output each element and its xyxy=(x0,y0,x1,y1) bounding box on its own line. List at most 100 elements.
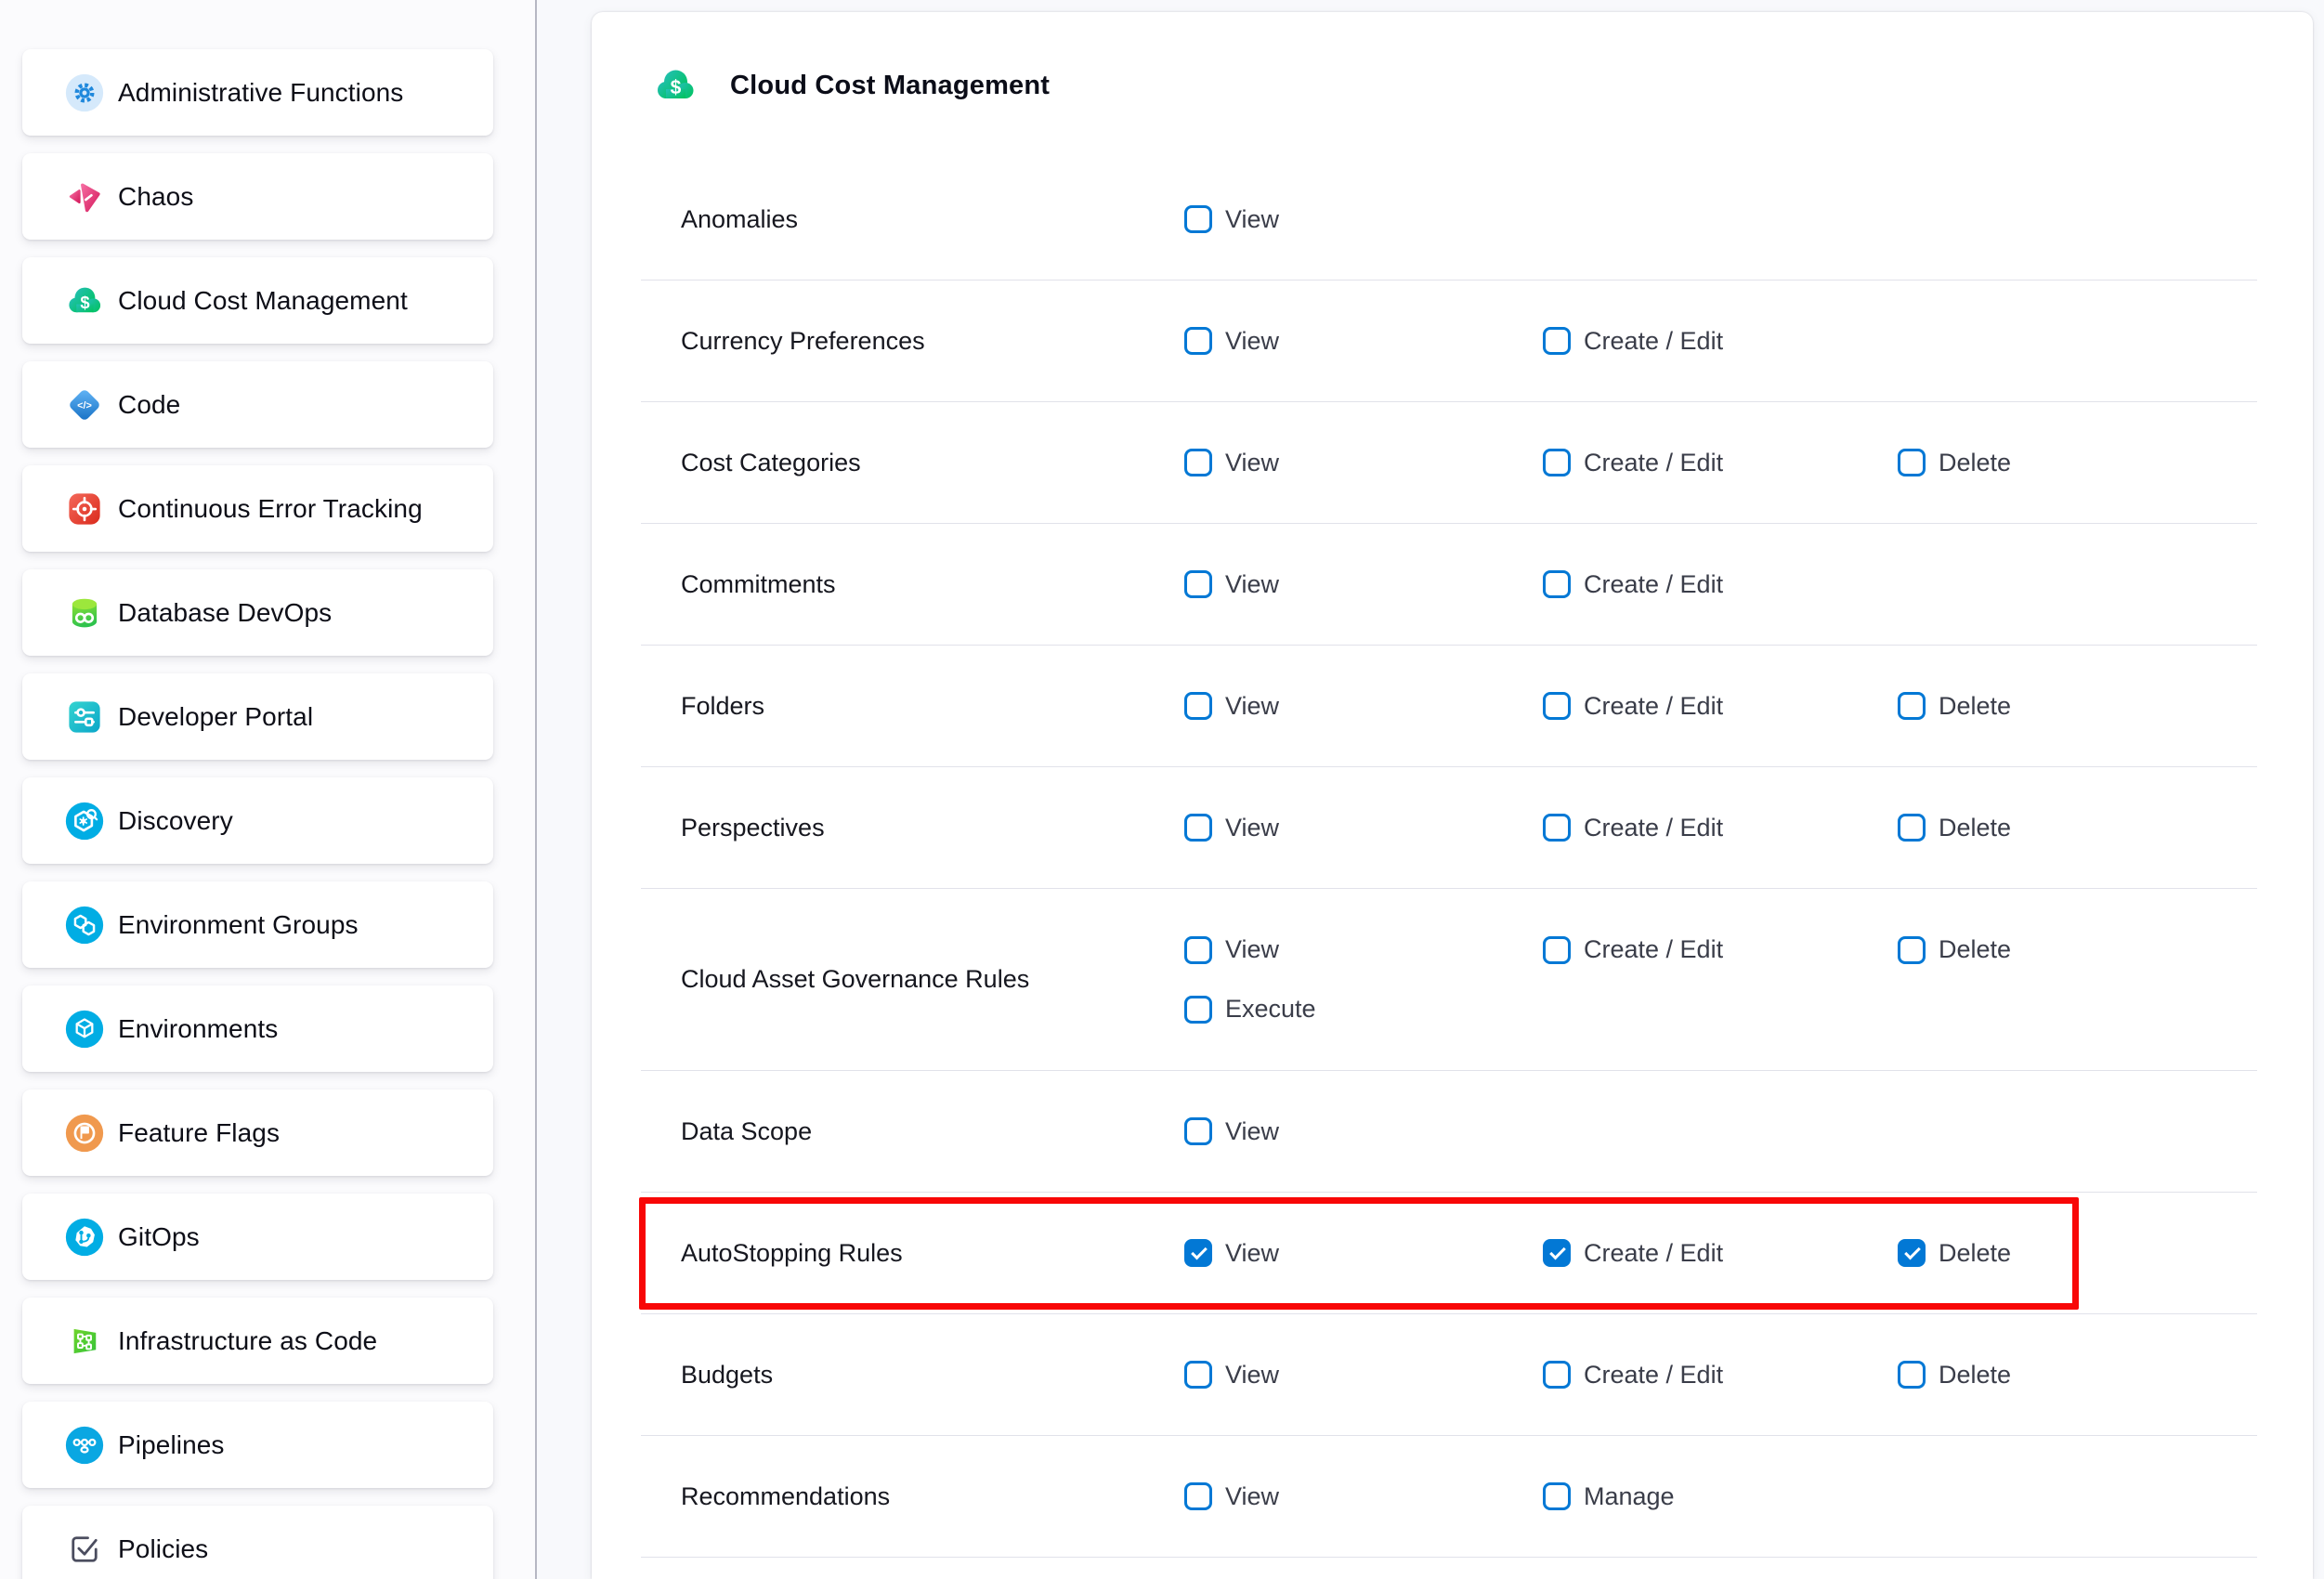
sidebar-item-discovery[interactable]: Discovery xyxy=(22,777,493,864)
sidebar-item-label: Cloud Cost Management xyxy=(118,286,408,316)
sidebar-item-label: Database DevOps xyxy=(118,598,332,628)
permission-cell: Delete xyxy=(1898,1239,2257,1268)
create-edit-checkbox[interactable] xyxy=(1543,327,1571,355)
create-edit-checkbox[interactable] xyxy=(1543,814,1571,842)
permissions-panel: $ Cloud Cost Management AnomaliesViewCur… xyxy=(592,12,2313,1579)
sidebar-item-label: Pipelines xyxy=(118,1430,225,1460)
permission-label: View xyxy=(1225,205,1279,234)
create-edit-checkbox[interactable] xyxy=(1543,1361,1571,1389)
permission-row-recommendations: Recommendations View Manage xyxy=(641,1436,2257,1558)
view-checkbox[interactable] xyxy=(1184,1361,1212,1389)
delete-checkbox[interactable] xyxy=(1898,814,1926,842)
sidebar-divider xyxy=(535,0,537,1579)
svg-text:</>: </> xyxy=(77,399,92,411)
sidebar-item-database-devops[interactable]: Database DevOps xyxy=(22,569,493,656)
delete-checkbox[interactable] xyxy=(1898,449,1926,476)
permission-label: Create / Edit xyxy=(1584,570,1723,599)
sidebar-item-policies[interactable]: Policies xyxy=(22,1506,493,1579)
create-edit-checkbox[interactable] xyxy=(1543,692,1571,720)
sidebar-item-continuous-error-tracking[interactable]: Continuous Error Tracking xyxy=(22,465,493,552)
permission-grid: View Manage xyxy=(1184,1482,2257,1511)
permission-cell: Create / Edit xyxy=(1543,1239,1898,1268)
permission-cell: Manage xyxy=(1543,1482,1898,1511)
delete-checkbox[interactable] xyxy=(1898,692,1926,720)
execute-checkbox[interactable] xyxy=(1184,996,1212,1024)
permission-row-cost-categories: Cost CategoriesViewCreate / EditDelete xyxy=(641,402,2257,524)
sidebar-item-environment-groups[interactable]: Environment Groups xyxy=(22,881,493,968)
create-edit-checkbox[interactable] xyxy=(1543,449,1571,476)
permission-label: Delete xyxy=(1939,1361,2011,1390)
sidebar-item-gitops[interactable]: GitOps xyxy=(22,1194,493,1280)
view-checkbox[interactable] xyxy=(1184,692,1212,720)
sidebar-item-feature-flags[interactable]: Feature Flags xyxy=(22,1090,493,1176)
permission-cell: View xyxy=(1184,570,1543,599)
permission-cell: View xyxy=(1184,935,1543,964)
permission-label: View xyxy=(1225,1117,1279,1146)
permission-cell: View xyxy=(1184,1482,1543,1511)
sidebar-item-label: Chaos xyxy=(118,182,193,212)
resource-label: Recommendations xyxy=(641,1482,1184,1511)
permission-cell: View xyxy=(1184,327,1543,356)
permission-label: Create / Edit xyxy=(1584,935,1723,964)
view-checkbox[interactable] xyxy=(1184,1482,1212,1510)
create-edit-checkbox[interactable] xyxy=(1543,1239,1571,1267)
permission-cell: Create / Edit xyxy=(1543,570,1898,599)
sidebar-item-cloud-cost-management[interactable]: $ Cloud Cost Management xyxy=(22,257,493,344)
view-checkbox[interactable] xyxy=(1184,449,1212,476)
permission-row-autostopping-rules: AutoStopping Rules View Create / EditDelet… xyxy=(641,1193,2257,1314)
permission-cell: View xyxy=(1184,692,1543,721)
permission-label: Create / Edit xyxy=(1584,814,1723,842)
iac-nodes-icon xyxy=(65,1322,104,1361)
sidebar-item-pipelines[interactable]: Pipelines xyxy=(22,1402,493,1488)
delete-checkbox[interactable] xyxy=(1898,1361,1926,1389)
environments-cube-icon xyxy=(65,1010,104,1049)
create-edit-checkbox[interactable] xyxy=(1543,570,1571,598)
permission-cell: Delete xyxy=(1898,814,2257,842)
permission-label: Create / Edit xyxy=(1584,449,1723,477)
delete-checkbox[interactable] xyxy=(1898,1239,1926,1267)
discovery-hexagon-search-icon xyxy=(65,802,104,841)
delete-checkbox[interactable] xyxy=(1898,936,1926,964)
permission-label: Execute xyxy=(1225,995,1316,1024)
view-checkbox[interactable] xyxy=(1184,1117,1212,1145)
resource-label: Budgets xyxy=(641,1361,1184,1390)
view-checkbox[interactable] xyxy=(1184,936,1212,964)
permission-label: View xyxy=(1225,1239,1279,1268)
sidebar-item-label: Environments xyxy=(118,1014,278,1044)
permission-label: Delete xyxy=(1939,449,2011,477)
pipeline-links-icon xyxy=(65,1426,104,1465)
sidebar-item-environments[interactable]: Environments xyxy=(22,985,493,1072)
sidebar-item-infrastructure-as-code[interactable]: Infrastructure as Code xyxy=(22,1298,493,1384)
feature-flag-icon xyxy=(65,1114,104,1153)
sidebar-item-developer-portal[interactable]: Developer Portal xyxy=(22,673,493,760)
permission-cell: Create / Edit xyxy=(1543,935,1898,964)
view-checkbox[interactable] xyxy=(1184,327,1212,355)
cloud-dollar-icon: $ xyxy=(65,281,104,320)
policy-checkbox-icon xyxy=(65,1530,104,1569)
view-checkbox[interactable] xyxy=(1184,205,1212,233)
manage-checkbox[interactable] xyxy=(1543,1482,1571,1510)
permission-cell: Create / Edit xyxy=(1543,814,1898,842)
svg-text:$: $ xyxy=(80,292,89,311)
sidebar-item-administrative-functions[interactable]: Administrative Functions xyxy=(22,49,493,136)
chaos-icon xyxy=(65,177,104,216)
sidebar-item-chaos[interactable]: Chaos xyxy=(22,153,493,240)
permission-grid: View Create / Edit xyxy=(1184,570,2257,599)
permission-row-perspectives: PerspectivesViewCreate / EditDelete xyxy=(641,767,2257,889)
permission-cell: Create / Edit xyxy=(1543,449,1898,477)
sidebar-item-label: Feature Flags xyxy=(118,1118,280,1148)
view-checkbox[interactable] xyxy=(1184,814,1212,842)
module-list: Administrative Functions Chaos $ Cloud Cost… xyxy=(22,49,515,1579)
view-checkbox[interactable] xyxy=(1184,1239,1212,1267)
permission-grid: ViewCreate / EditDeleteExecute xyxy=(1184,920,2257,1039)
resource-label: AutoStopping Rules xyxy=(641,1239,1184,1268)
create-edit-checkbox[interactable] xyxy=(1543,936,1571,964)
permission-label: View xyxy=(1225,1482,1279,1511)
permission-grid: ViewCreate / EditDelete xyxy=(1184,1361,2257,1390)
view-checkbox[interactable] xyxy=(1184,570,1212,598)
database-infinity-icon xyxy=(65,594,104,633)
permission-grid: View Create / EditDelete xyxy=(1184,1239,2257,1268)
permission-label: Create / Edit xyxy=(1584,327,1723,356)
sidebar-item-code[interactable]: </> Code xyxy=(22,361,493,448)
sidebar-item-label: Code xyxy=(118,390,180,420)
